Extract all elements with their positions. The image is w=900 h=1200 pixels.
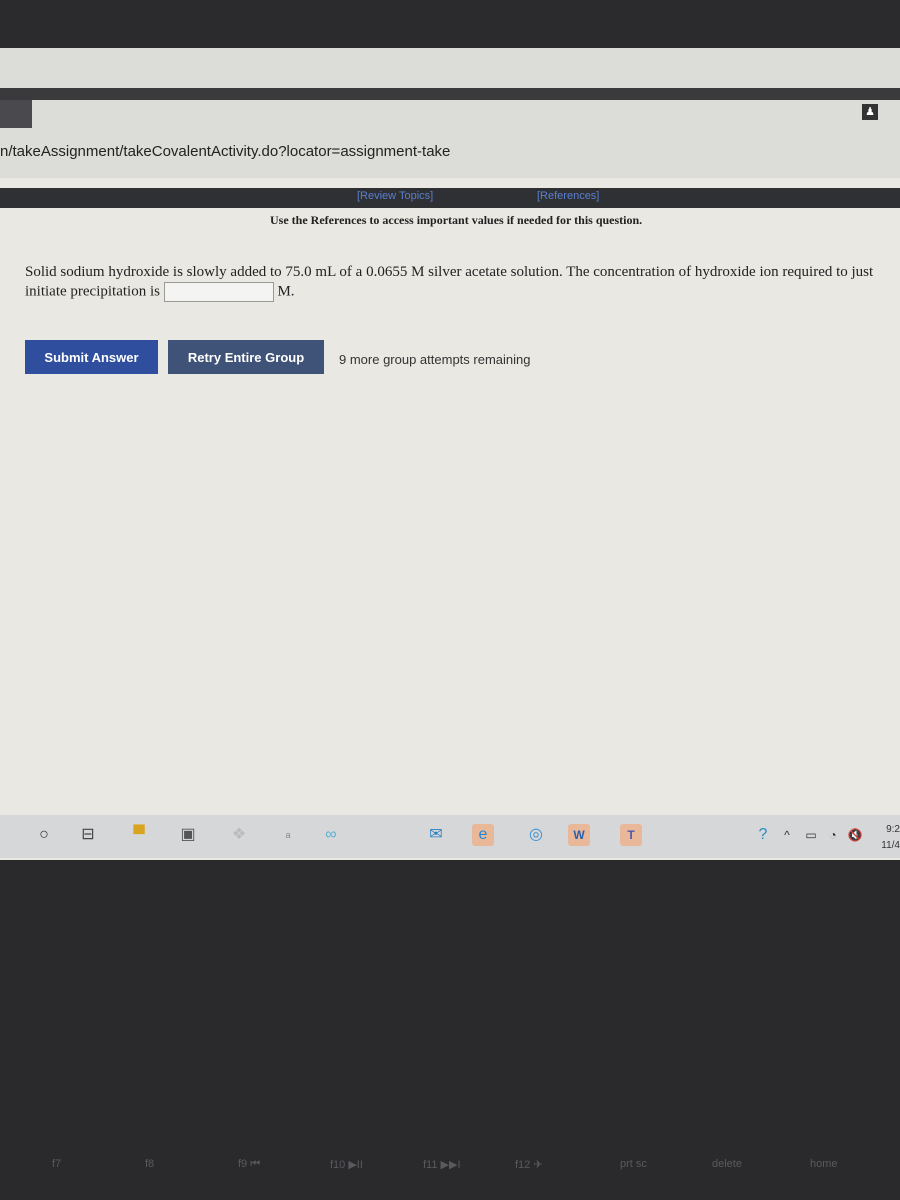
clock-date: 11/4 <box>881 840 900 851</box>
review-topics-link[interactable]: [Review Topics] <box>357 190 433 202</box>
unit-label: M. <box>277 283 295 300</box>
key-f10: f10 ▶II <box>330 1159 363 1171</box>
key-f12: f12 ✈ <box>515 1159 543 1171</box>
key-f9: f9 ⏮ <box>238 1158 261 1170</box>
help-icon[interactable]: ? <box>752 824 774 846</box>
profile-icon[interactable]: ♟ <box>862 104 878 120</box>
references-notice: Use the References to access important v… <box>270 213 643 227</box>
top-bezel <box>0 0 900 48</box>
file-explorer-icon[interactable]: ▀ <box>128 824 150 846</box>
key-delete: delete <box>712 1158 742 1170</box>
edge-icon[interactable]: e <box>472 824 494 846</box>
attempts-remaining: 9 more group attempts remaining <box>339 352 531 367</box>
submit-answer-button[interactable]: Submit Answer <box>25 340 158 374</box>
key-home: home <box>810 1158 838 1170</box>
link-icon[interactable]: ∞ <box>320 824 342 846</box>
browser-tab[interactable] <box>0 100 32 128</box>
network-icon[interactable]: ◔ <box>822 824 844 846</box>
dropbox-icon[interactable]: ❖ <box>228 824 250 846</box>
clock-time: 9:2 <box>886 824 900 835</box>
cortana-icon[interactable]: ○ <box>33 824 55 846</box>
key-f7: f7 <box>52 1158 62 1170</box>
volume-muted-icon[interactable]: 🔇 <box>844 824 866 846</box>
app-icon[interactable]: a <box>277 824 299 846</box>
key-f8: f8 <box>145 1158 155 1170</box>
clock[interactable]: 9:2 11/4 <box>881 822 900 854</box>
battery-icon[interactable]: ▭ <box>800 824 822 846</box>
screen: ♟ n/takeAssignment/takeCovalentActivity.… <box>0 0 900 860</box>
chevron-up-icon[interactable]: ^ <box>776 824 798 846</box>
address-bar[interactable]: n/takeAssignment/takeCovalentActivity.do… <box>0 143 450 160</box>
question: Solid sodium hydroxide is slowly added t… <box>25 263 885 302</box>
answer-input[interactable] <box>163 282 274 302</box>
teams-icon[interactable]: T <box>620 824 642 846</box>
retry-entire-group-button[interactable]: Retry Entire Group <box>168 340 324 374</box>
store-icon[interactable]: ▣ <box>177 824 199 846</box>
key-f11: f11 ▶▶I <box>423 1159 461 1171</box>
activity-nav-bar <box>0 188 900 208</box>
tab-strip <box>0 88 900 100</box>
word-icon[interactable]: W <box>568 824 590 846</box>
task-view-icon[interactable]: ⊟ <box>77 824 99 846</box>
mail-icon[interactable]: ✉ <box>425 824 447 846</box>
question-text: Solid sodium hydroxide is slowly added t… <box>25 264 874 300</box>
key-prtsc: prt sc <box>620 1158 647 1170</box>
chrome-icon[interactable]: ◎ <box>525 824 547 846</box>
references-link[interactable]: [References] <box>537 190 599 202</box>
